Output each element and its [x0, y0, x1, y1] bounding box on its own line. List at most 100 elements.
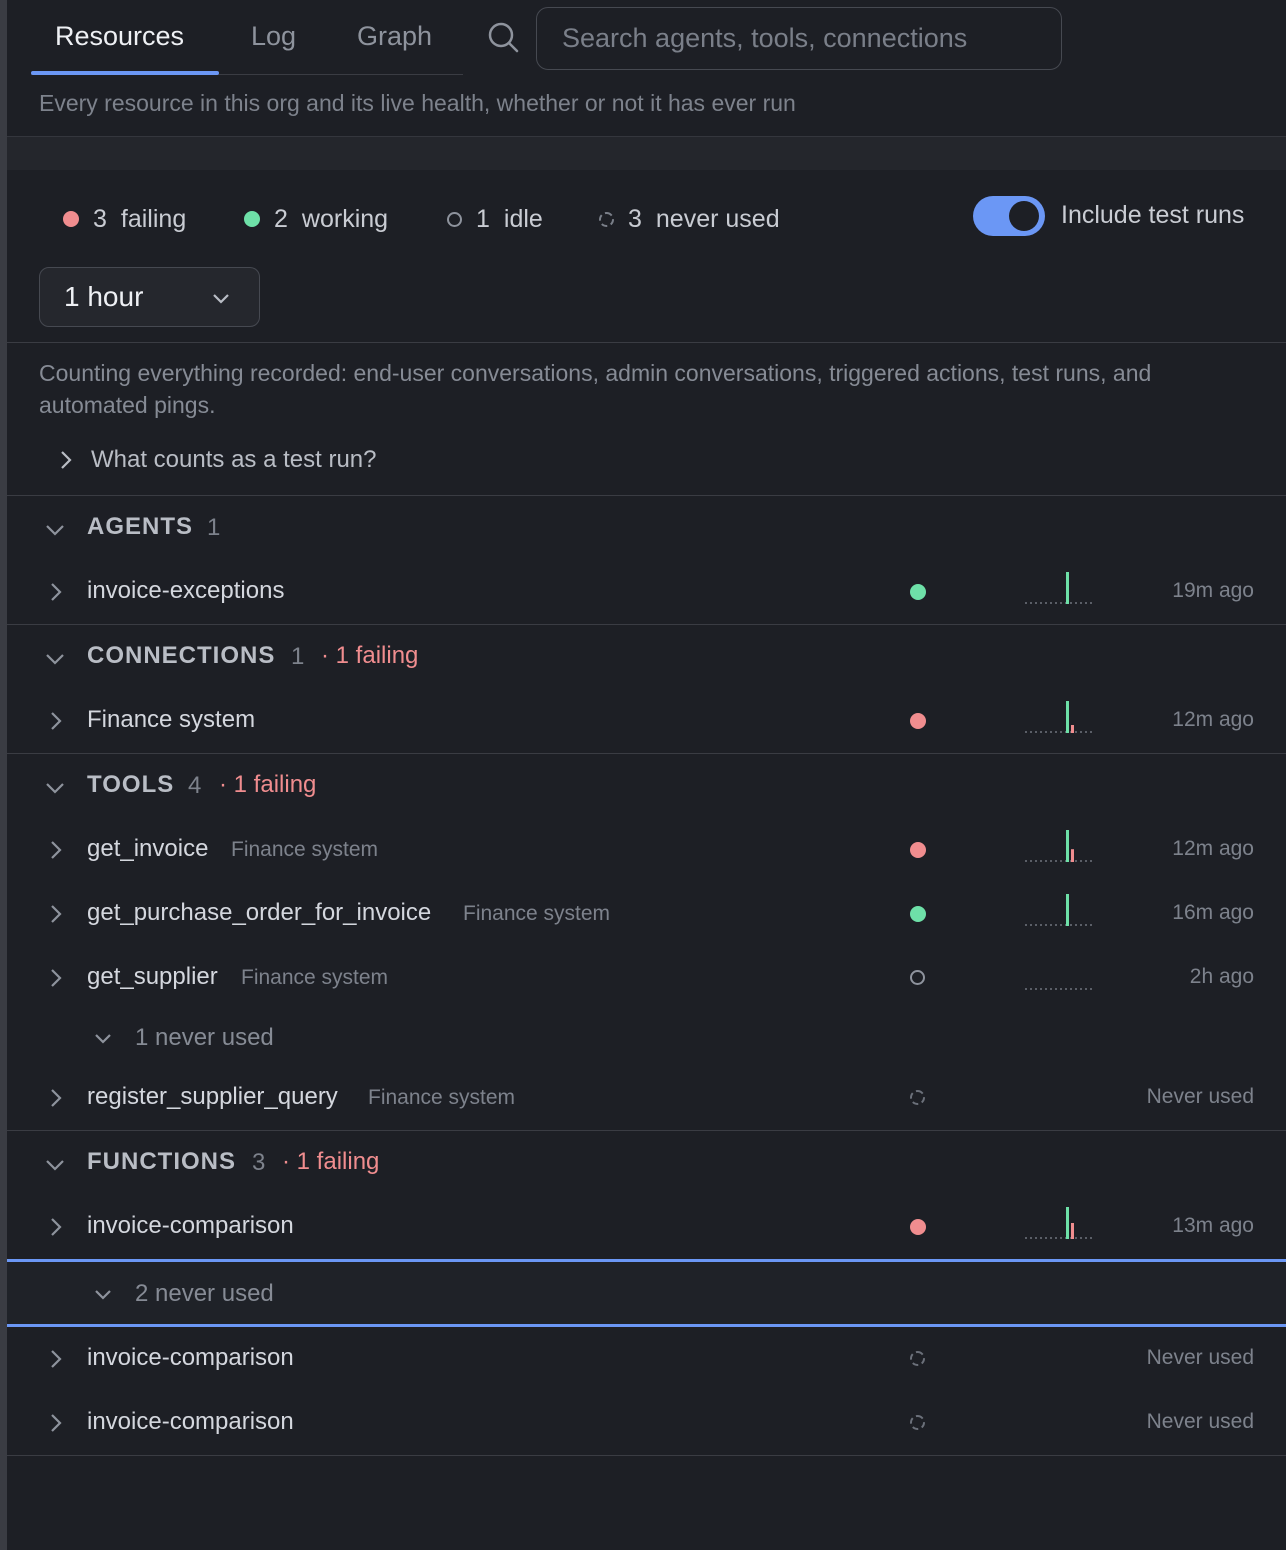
status-failing-icon [910, 1219, 926, 1235]
resource-parent: Finance system [241, 966, 389, 989]
resource-row[interactable]: Finance system 12m ago [7, 689, 1286, 753]
section-connections: CONNECTIONS 1 · 1 failing Finance system… [7, 625, 1286, 754]
disclosure-label: What counts as a test run? [91, 446, 377, 473]
resource-parent: Finance system [231, 838, 379, 861]
section-functions: FUNCTIONS 3 · 1 failing invoice-comparis… [7, 1131, 1286, 1456]
activity-sparkline [1025, 701, 1093, 733]
never-used-group-toggle[interactable]: 2 never used [7, 1259, 1286, 1327]
stat-idle-count: 1 [476, 205, 490, 233]
resource-row[interactable]: invoice-comparison Never used [7, 1327, 1286, 1391]
status-working-icon [910, 584, 926, 600]
resource-row[interactable]: invoice-comparison Never used [7, 1391, 1286, 1455]
resource-parent: Finance system [368, 1086, 516, 1109]
chevron-down-icon [95, 1290, 111, 1300]
left-rail [0, 0, 7, 1550]
time-range-select[interactable]: 1 hour [39, 267, 260, 327]
resources-page: Resources Log Graph Every resource in th… [7, 0, 1286, 1550]
page-description: Every resource in this org and its live … [39, 90, 796, 116]
include-test-runs-toggle[interactable] [973, 196, 1045, 236]
sparkline-failure-bar [1071, 725, 1074, 733]
chevron-down-icon [213, 294, 229, 304]
status-never-used-icon [910, 1351, 925, 1366]
sparkline-success-bar [1066, 572, 1069, 604]
section-count: 1 [207, 514, 221, 541]
last-run-time: 16m ago [1172, 901, 1254, 924]
section-failing-badge: · 1 failing [282, 1148, 380, 1175]
stat-working[interactable]: 2 working [244, 203, 388, 235]
status-failing-icon [910, 713, 926, 729]
counting-note: Counting everything recorded: end-user c… [39, 360, 1152, 418]
resource-row[interactable]: invoice-exceptions 19m ago [7, 560, 1286, 624]
active-tab-indicator [31, 71, 219, 75]
include-test-runs-label: Include test runs [1061, 201, 1245, 229]
chevron-down-icon [46, 654, 64, 665]
sparkline-failure-bar [1071, 849, 1074, 862]
activity-sparkline [1025, 894, 1093, 926]
search-icon[interactable] [486, 20, 520, 54]
resource-name: invoice-comparison [87, 1344, 294, 1371]
resource-name: invoice-exceptions [87, 577, 285, 604]
never-used-group-label: 1 never used [135, 1024, 274, 1051]
stat-idle[interactable]: 1 idle [447, 203, 543, 235]
stat-never-label: never used [655, 205, 780, 233]
section-tools: TOOLS 4 · 1 failing get_invoice Finance … [7, 754, 1286, 1131]
section-title: FUNCTIONS [87, 1148, 236, 1175]
resource-row[interactable]: get_invoice Finance system 12m ago [7, 818, 1286, 882]
tab-bar: Resources Log Graph [31, 0, 463, 75]
tab-log[interactable]: Log [251, 0, 296, 75]
chevron-down-icon [46, 525, 64, 536]
last-run-time: 12m ago [1172, 708, 1254, 731]
stat-failing[interactable]: 3 failing [63, 203, 186, 235]
never-used-group-toggle[interactable]: 1 never used [7, 1010, 1286, 1066]
last-run-time: 12m ago [1172, 837, 1254, 860]
tab-resources[interactable]: Resources [55, 0, 184, 75]
section-count: 1 [291, 643, 305, 670]
header: Resources Log Graph Every resource in th… [7, 0, 1286, 137]
section-header-connections[interactable]: CONNECTIONS 1 · 1 failing [7, 625, 1286, 689]
sparkline-success-bar [1066, 830, 1069, 862]
section-header-functions[interactable]: FUNCTIONS 3 · 1 failing [7, 1131, 1286, 1195]
resource-name: Finance system [87, 706, 256, 733]
resource-name: register_supplier_query [87, 1083, 338, 1110]
failing-dot-icon [63, 211, 79, 227]
chevron-right-icon [51, 969, 62, 987]
chevron-right-icon [51, 712, 62, 730]
info-panel: Counting everything recorded: end-user c… [7, 343, 1286, 496]
last-run-time: Never used [1146, 1085, 1254, 1108]
tab-graph[interactable]: Graph [357, 0, 432, 75]
chevron-right-icon [51, 905, 62, 923]
test-run-disclosure[interactable]: What counts as a test run? [55, 445, 376, 475]
last-run-time: 2h ago [1189, 965, 1254, 988]
working-dot-icon [244, 211, 260, 227]
search-input[interactable] [537, 8, 1061, 69]
never-used-dot-icon [599, 211, 614, 227]
section-header-tools[interactable]: TOOLS 4 · 1 failing [7, 754, 1286, 818]
resource-parent: Finance system [463, 902, 611, 925]
resource-row[interactable]: get_purchase_order_for_invoice Finance s… [7, 882, 1286, 946]
resource-row[interactable]: register_supplier_query Finance system N… [7, 1066, 1286, 1130]
sparkline-success-bar [1066, 701, 1069, 733]
divider-band [7, 137, 1286, 170]
resource-name: invoice-comparison [87, 1212, 294, 1239]
idle-dot-icon [447, 211, 462, 227]
resource-row[interactable]: get_supplier Finance system 2h ago [7, 946, 1286, 1010]
search-field [536, 7, 1062, 70]
chevron-right-icon [51, 1218, 62, 1236]
resource-name: get_purchase_order_for_invoice [87, 899, 432, 926]
section-title: AGENTS [87, 513, 194, 540]
sparkline-failure-bar [1071, 1223, 1074, 1239]
stat-failing-count: 3 [93, 205, 107, 233]
sparkline-success-bar [1066, 1207, 1069, 1239]
chevron-right-icon [51, 1350, 62, 1368]
section-failing-badge: · 1 failing [321, 642, 419, 669]
stat-never-used[interactable]: 3 never used [599, 203, 780, 235]
activity-sparkline [1025, 988, 1093, 990]
stat-idle-label: idle [503, 205, 543, 233]
chevron-right-icon [61, 451, 72, 469]
status-never-used-icon [910, 1415, 925, 1430]
filter-bar: 3 failing 2 working 1 idle 3 never used … [7, 170, 1286, 343]
last-run-time: 19m ago [1172, 579, 1254, 602]
resource-row[interactable]: invoice-comparison 13m ago [7, 1195, 1286, 1259]
section-header-agents[interactable]: AGENTS 1 [7, 496, 1286, 560]
resource-name: get_supplier [87, 963, 218, 990]
